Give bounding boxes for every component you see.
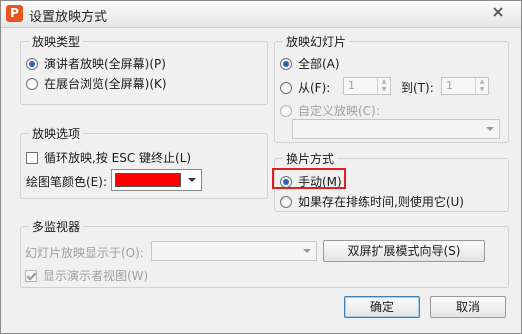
radio-indicator xyxy=(26,57,38,70)
pen-color-label: 绘图笔颜色(E): xyxy=(26,175,107,189)
slides-legend: 放映幻灯片 xyxy=(283,33,350,50)
pen-color-picker[interactable] xyxy=(111,169,202,191)
chevron-down-icon xyxy=(303,249,311,253)
presenter-mode-radio[interactable]: 演讲者放映(全屏幕)(P) xyxy=(26,55,166,72)
spinner-arrows[interactable]: ▲ ▼ xyxy=(377,78,390,94)
ok-button[interactable]: 确定 xyxy=(344,296,420,318)
title-bar: P 设置放映方式 xyxy=(1,1,521,28)
custom-show-select[interactable] xyxy=(292,119,500,139)
close-button[interactable] xyxy=(483,3,513,22)
radio-indicator xyxy=(280,104,292,117)
monitors-group: 多监视器 幻灯片放映显示于(O): 双屏扩展模式向导(S) 显示演示者视图(W) xyxy=(20,218,509,288)
from-slide-value: 1 xyxy=(348,79,355,92)
kiosk-mode-radio[interactable]: 在展台浏览(全屏幕)(K) xyxy=(26,75,167,92)
show-type-legend: 放映类型 xyxy=(29,33,84,50)
custom-show-label: 自定义放映(C): xyxy=(298,104,380,118)
advance-legend: 换片方式 xyxy=(283,150,338,167)
to-slide-value: 1 xyxy=(446,79,453,92)
monitors-legend: 多监视器 xyxy=(29,218,84,235)
dual-screen-wizard-button[interactable]: 双屏扩展模式向导(S) xyxy=(323,240,485,262)
chevron-down-icon xyxy=(486,127,494,131)
display-on-label: 幻灯片放映显示于(O): xyxy=(25,246,144,260)
from-label: 从(F): xyxy=(298,81,331,95)
all-slides-radio[interactable]: 全部(A) xyxy=(280,55,340,72)
custom-show-radio[interactable]: 自定义放映(C): xyxy=(280,102,380,119)
manual-advance-highlight xyxy=(272,168,346,189)
presenter-view-checkbox[interactable]: 显示演示者视图(W) xyxy=(25,267,148,284)
loop-label: 循环放映,按 ESC 键终止(L) xyxy=(44,151,192,165)
from-slide-radio[interactable]: 从(F): xyxy=(280,79,330,96)
show-type-group: 放映类型 演讲者放映(全屏幕)(P) 在展台浏览(全屏幕)(K) xyxy=(20,33,268,105)
chevron-down-icon xyxy=(188,178,196,182)
from-slide-spinner[interactable]: 1 ▲ ▼ xyxy=(343,77,391,95)
checkbox-indicator xyxy=(26,151,38,164)
slides-group: 放映幻灯片 全部(A) 从(F): 1 ▲ ▼ 到(T): 1 ▲ ▼ 自定义放映(… xyxy=(274,33,509,143)
all-slides-label: 全部(A) xyxy=(298,57,340,71)
use-timings-radio[interactable]: 如果存在排练时间,则使用它(U) xyxy=(280,193,464,210)
checkbox-indicator xyxy=(25,269,37,282)
radio-indicator xyxy=(26,77,38,90)
display-on-select[interactable] xyxy=(151,241,317,261)
loop-checkbox[interactable]: 循环放映,按 ESC 键终止(L) xyxy=(26,149,191,166)
show-options-legend: 放映选项 xyxy=(29,125,84,142)
presenter-view-label: 显示演示者视图(W) xyxy=(43,269,149,283)
spinner-arrows[interactable]: ▲ ▼ xyxy=(475,78,488,94)
to-slide-spinner[interactable]: 1 ▲ ▼ xyxy=(441,77,489,95)
dialog-title: 设置放映方式 xyxy=(29,10,108,25)
pen-color-swatch xyxy=(115,173,181,187)
to-label: 到(T): xyxy=(401,81,434,95)
radio-indicator xyxy=(280,57,292,70)
wps-presentation-icon: P xyxy=(6,5,23,22)
radio-indicator xyxy=(280,195,292,208)
presenter-mode-label: 演讲者放映(全屏幕)(P) xyxy=(44,57,166,71)
set-show-dialog: P 设置放映方式 放映类型 演讲者放映(全屏幕)(P) 在展台浏览(全屏幕)(K… xyxy=(0,0,522,334)
kiosk-mode-label: 在展台浏览(全屏幕)(K) xyxy=(44,77,167,91)
radio-indicator xyxy=(280,81,292,94)
close-icon xyxy=(493,7,503,17)
use-timings-label: 如果存在排练时间,则使用它(U) xyxy=(298,195,464,209)
cancel-button[interactable]: 取消 xyxy=(430,296,506,318)
